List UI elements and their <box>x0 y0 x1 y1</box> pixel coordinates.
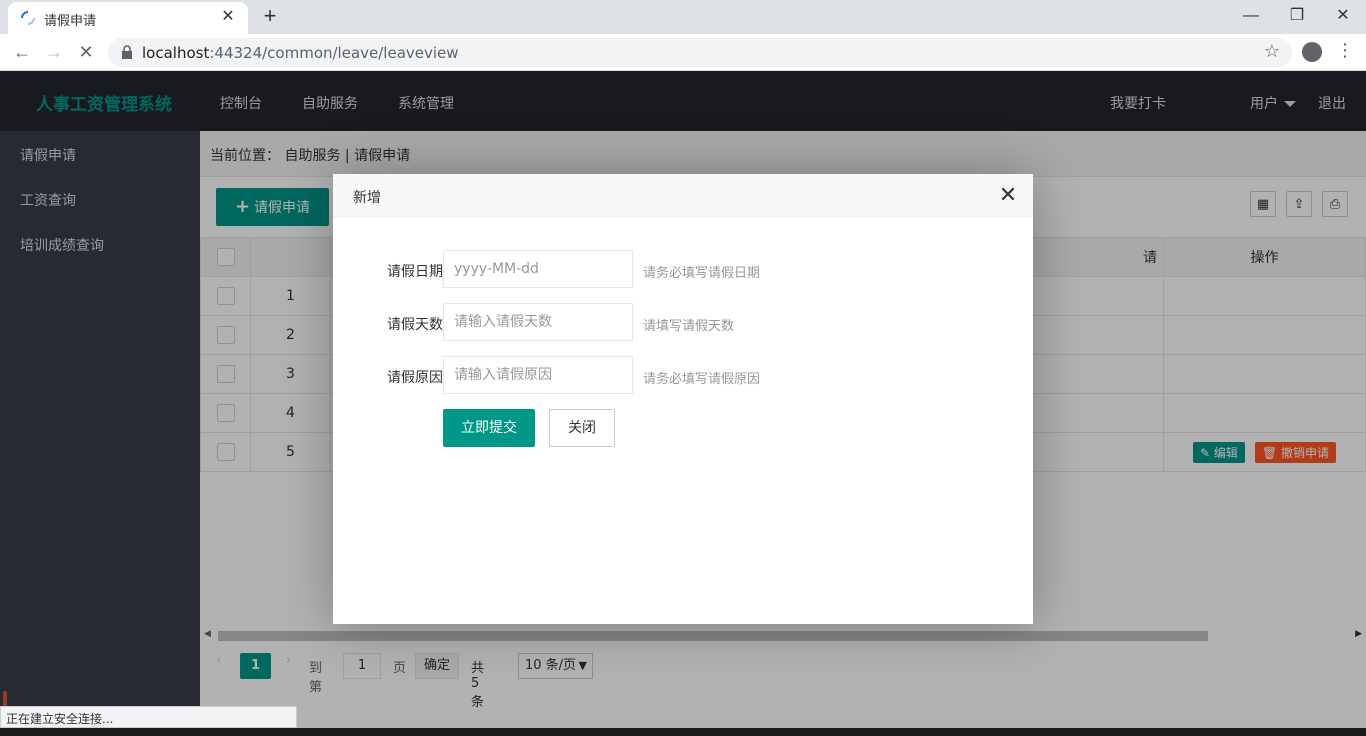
leave-days-hint: 请填写请假天数 <box>643 319 735 334</box>
leave-reason-input[interactable] <box>443 356 633 394</box>
leave-date-label: 请假日期 <box>387 264 443 280</box>
tab-title: 请假申请 <box>44 14 97 29</box>
stop-icon[interactable]: ✕ <box>74 40 98 64</box>
add-leave-dialog: 新增 ✕ 请假日期 请务必填写请假日期 请假天数 请填写请假天数 请假原因 请务… <box>333 174 1033 624</box>
leave-date-input[interactable] <box>443 250 633 288</box>
dialog-close-icon[interactable]: ✕ <box>997 184 1019 206</box>
leave-date-hint: 请务必填写请假日期 <box>643 266 761 281</box>
url-text: localhost:44324/common/leave/leaveview <box>142 44 459 62</box>
loading-icon <box>21 11 35 25</box>
tab-close-icon[interactable]: ✕ <box>218 7 238 27</box>
new-tab-icon[interactable]: + <box>258 4 282 28</box>
back-icon[interactable]: ← <box>10 40 34 64</box>
browser-tab[interactable]: 请假申请 ✕ <box>8 2 248 34</box>
forward-icon[interactable]: → <box>42 40 66 64</box>
leave-reason-label: 请假原因 <box>387 370 443 386</box>
leave-days-label: 请假天数 <box>387 317 443 333</box>
os-taskbar <box>0 728 1366 736</box>
leave-days-input[interactable] <box>443 303 633 341</box>
url-path: :44324/common/leave/leaveview <box>209 44 459 62</box>
leave-reason-hint: 请务必填写请假原因 <box>643 372 761 387</box>
dialog-title: 新增 <box>333 174 1033 217</box>
minimize-icon[interactable]: — <box>1236 4 1266 28</box>
lock-icon <box>122 45 132 59</box>
browser-status-bar: 正在建立安全连接... <box>0 706 297 728</box>
close-button[interactable]: 关闭 <box>549 409 615 447</box>
address-bar: ← → ✕ localhost:44324/common/leave/leave… <box>0 34 1366 71</box>
submit-button[interactable]: 立即提交 <box>443 409 535 447</box>
url-input[interactable]: localhost:44324/common/leave/leaveview ☆ <box>108 38 1292 67</box>
url-host: localhost <box>142 44 210 62</box>
browser-tab-bar: 请假申请 ✕ + — ❐ ✕ <box>0 0 1366 34</box>
profile-avatar-icon[interactable] <box>1302 42 1322 62</box>
window-close-icon[interactable]: ✕ <box>1328 4 1358 28</box>
bookmark-star-icon[interactable]: ☆ <box>1264 41 1280 62</box>
restore-icon[interactable]: ❐ <box>1282 4 1312 28</box>
browser-menu-icon[interactable]: ⋮ <box>1336 40 1354 61</box>
